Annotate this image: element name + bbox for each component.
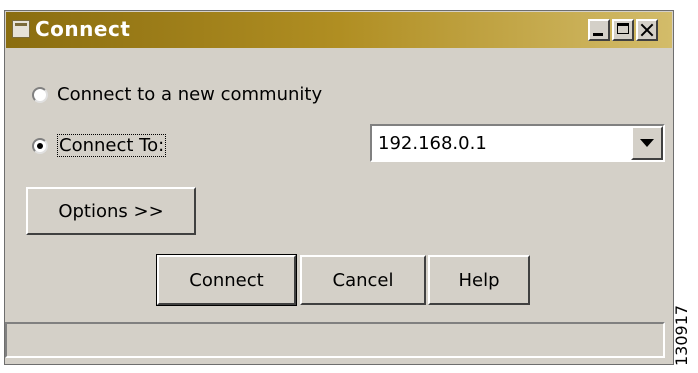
options-button[interactable]: Options >>: [26, 187, 196, 235]
address-combobox[interactable]: 192.168.0.1: [370, 124, 665, 162]
maximize-icon[interactable]: [612, 19, 634, 41]
help-button[interactable]: Help: [428, 255, 530, 305]
dropdown-arrow-icon[interactable]: [631, 126, 663, 160]
new-community-radio[interactable]: [32, 86, 48, 103]
title-bar[interactable]: Connect: [6, 12, 672, 48]
cancel-button[interactable]: Cancel: [300, 255, 426, 305]
window-title: Connect: [35, 17, 131, 41]
window-icon[interactable]: [12, 20, 30, 38]
address-value[interactable]: 192.168.0.1: [378, 133, 487, 154]
connect-to-label: Connect To:: [57, 134, 167, 157]
new-community-option[interactable]: Connect to a new community: [32, 84, 322, 105]
connect-button[interactable]: Connect: [156, 254, 297, 306]
connect-to-option[interactable]: Connect To:: [32, 134, 167, 157]
new-community-label: Connect to a new community: [57, 84, 323, 105]
connect-to-radio[interactable]: [32, 137, 48, 154]
close-icon[interactable]: [636, 19, 658, 41]
figure-id: 130917: [672, 304, 691, 366]
status-bar: [5, 322, 665, 358]
minimize-icon[interactable]: [588, 19, 610, 41]
